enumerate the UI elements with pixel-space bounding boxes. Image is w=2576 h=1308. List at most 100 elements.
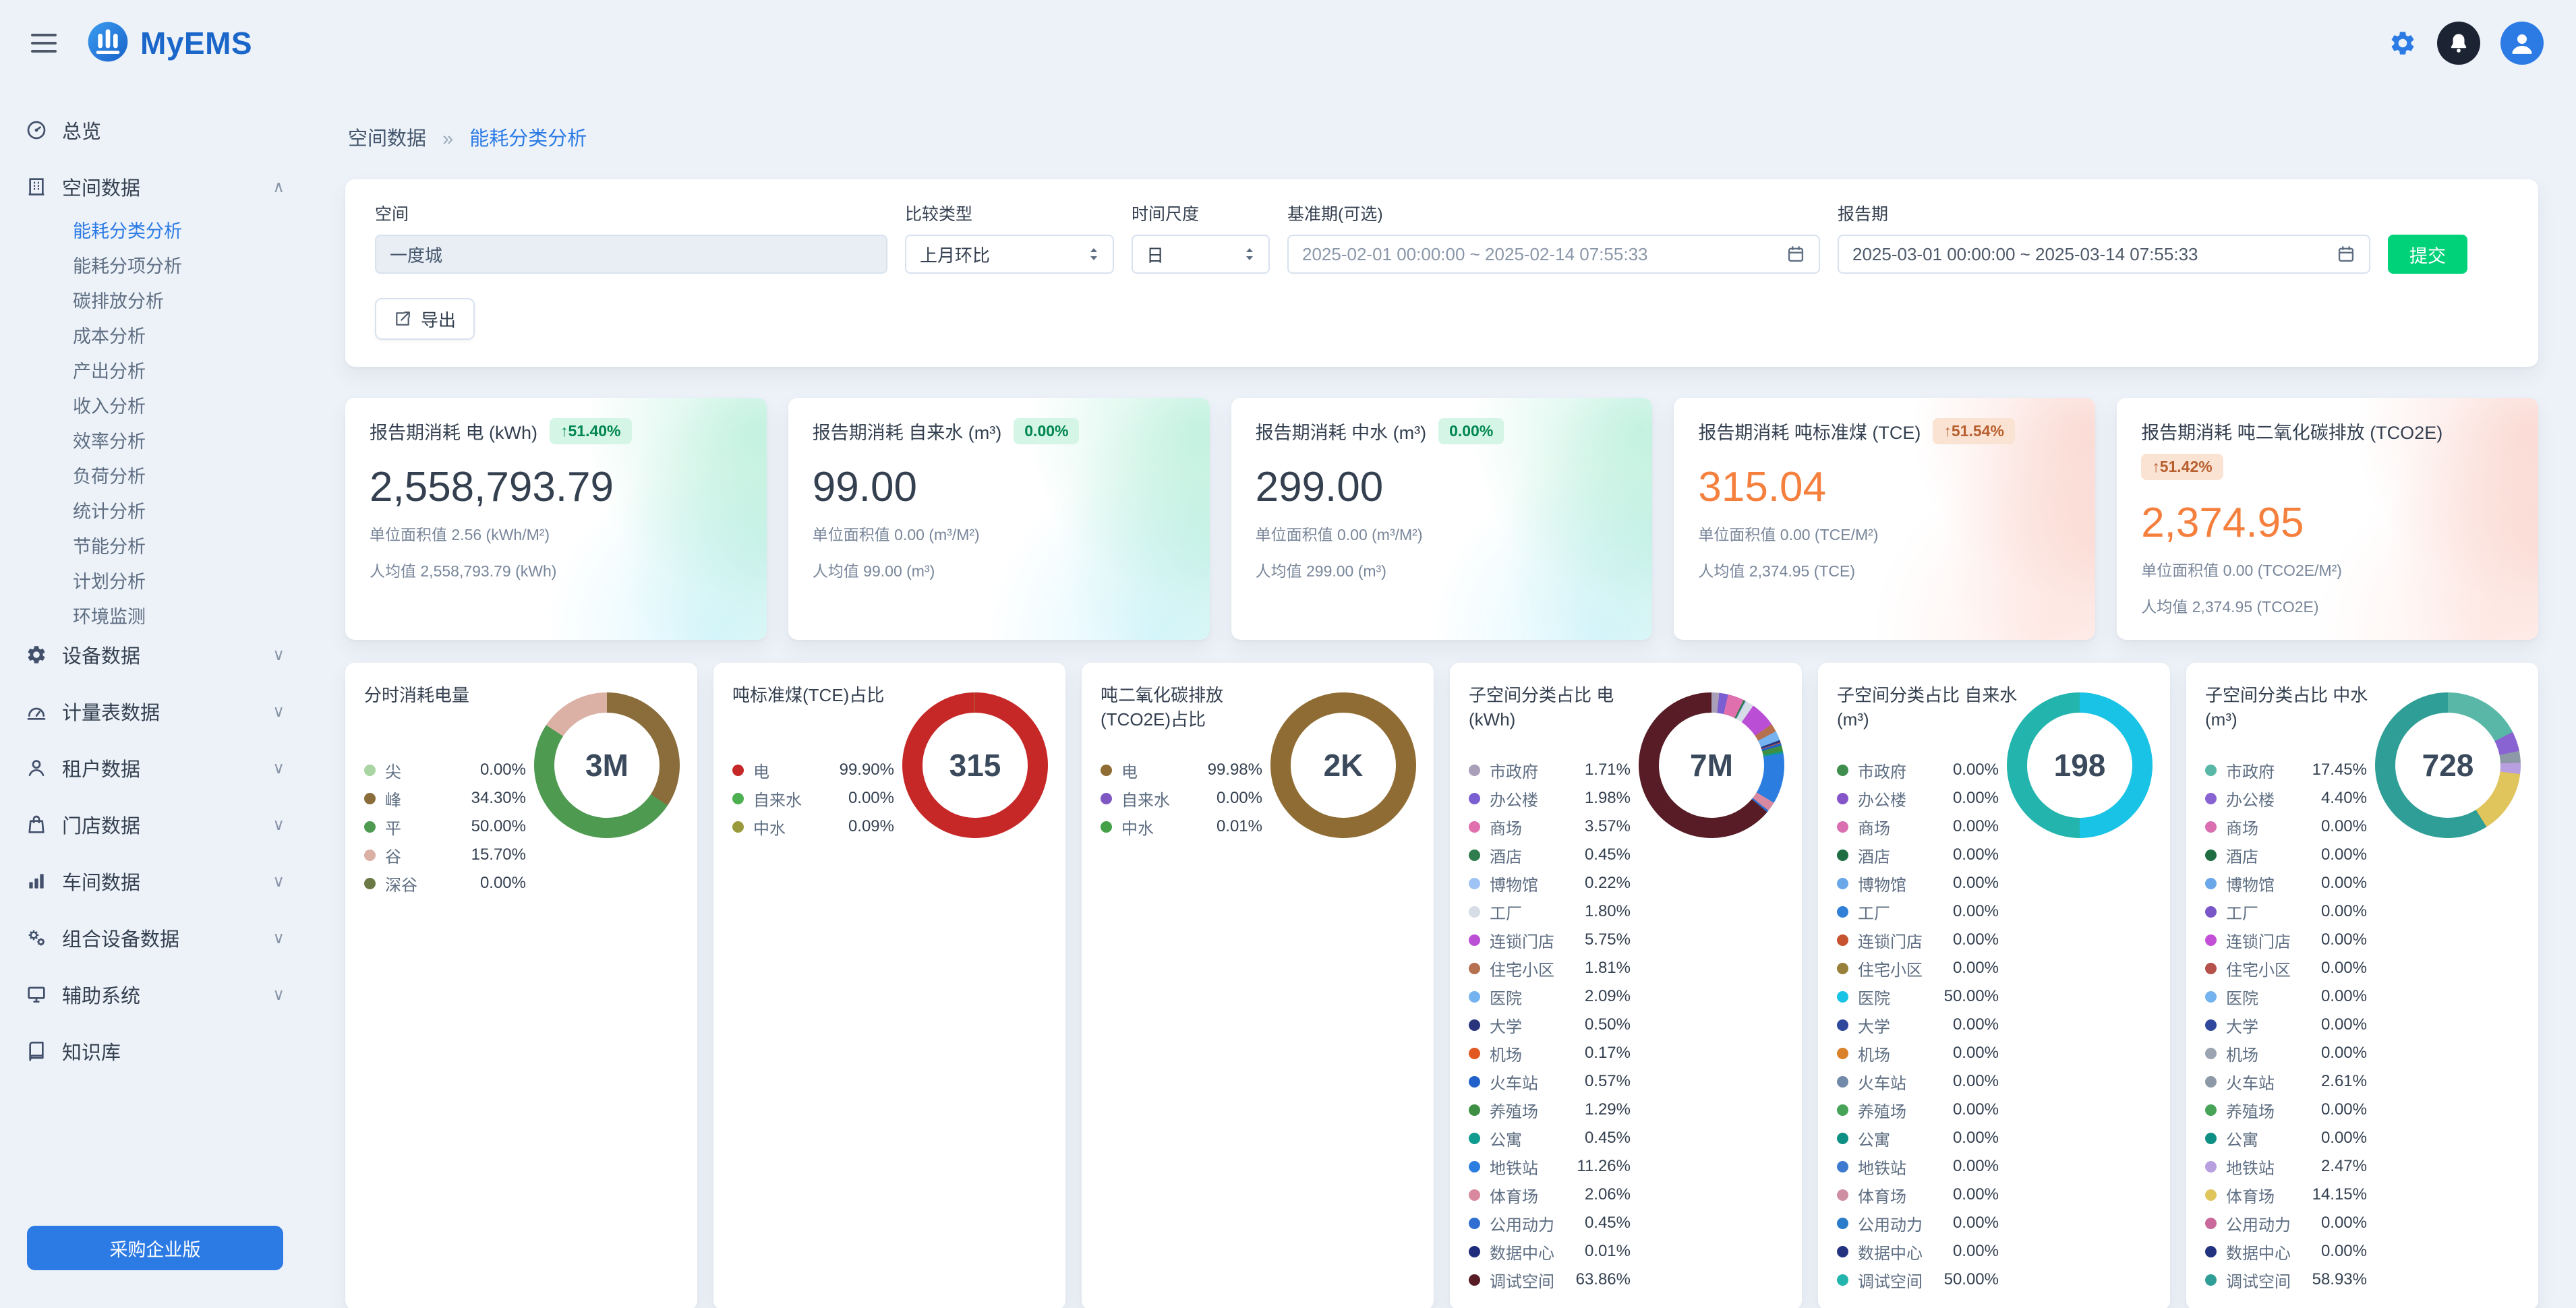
legend-row[interactable]: 地铁站 2.47% [2205,1152,2367,1181]
legend-row[interactable]: 中水 0.01% [1101,812,1262,841]
legend-row[interactable]: 地铁站 0.00% [1837,1152,1999,1181]
hamburger-menu-button[interactable] [27,30,61,57]
legend-row[interactable]: 商场 0.00% [1837,812,1999,841]
legend-row[interactable]: 地铁站 11.26% [1469,1152,1631,1181]
sidebar-item-knowledge[interactable]: 知识库 [15,1028,295,1075]
legend-row[interactable]: 大学 0.00% [1837,1011,1999,1039]
legend-row[interactable]: 机场 0.17% [1469,1039,1631,1067]
legend-row[interactable]: 大学 0.00% [2205,1011,2367,1039]
legend-row[interactable]: 酒店 0.00% [1837,841,1999,869]
period-scale-select[interactable]: 日 [1132,235,1270,274]
legend-row[interactable]: 平 50.00% [364,812,526,841]
purchase-enterprise-button[interactable]: 采购企业版 [27,1226,283,1270]
sidebar-subitem[interactable]: 碳排放分析 [15,280,295,316]
legend-row[interactable]: 酒店 0.45% [1469,841,1631,869]
legend-row[interactable]: 火车站 0.00% [1837,1067,1999,1096]
notifications-bell-button[interactable] [2437,22,2480,65]
legend-row[interactable]: 市政府 17.45% [2205,756,2367,784]
sidebar-item-overview[interactable]: 总览 [15,107,295,154]
sidebar-subitem[interactable]: 收入分析 [15,386,295,421]
legend-row[interactable]: 住宅小区 0.00% [1837,954,1999,982]
legend-row[interactable]: 博物馆 0.00% [2205,869,2367,897]
legend-row[interactable]: 电 99.90% [732,756,894,784]
legend-row[interactable]: 公寓 0.00% [1837,1124,1999,1152]
legend-row[interactable]: 体育场 0.00% [1837,1181,1999,1209]
legend-row[interactable]: 火车站 0.57% [1469,1067,1631,1096]
sidebar-item-auxiliary[interactable]: 辅助系统 ∨ [15,971,295,1018]
legend-row[interactable]: 市政府 0.00% [1837,756,1999,784]
sidebar-subitem[interactable]: 效率分析 [15,421,295,456]
legend-row[interactable]: 机场 0.00% [1837,1039,1999,1067]
space-input[interactable] [375,235,887,274]
legend-row[interactable]: 连锁门店 0.00% [1837,926,1999,954]
legend-row[interactable]: 自来水 0.00% [1101,784,1262,812]
sidebar-subitem[interactable]: 环境监测 [15,596,295,631]
legend-row[interactable]: 养殖场 0.00% [2205,1096,2367,1124]
legend-row[interactable]: 电 99.98% [1101,756,1262,784]
reporting-period-input[interactable]: 2025-03-01 00:00:00 ~ 2025-03-14 07:55:3… [1838,235,2370,274]
legend-row[interactable]: 谷 15.70% [364,841,526,869]
legend-row[interactable]: 调试空间 58.93% [2205,1266,2367,1294]
legend-row[interactable]: 公寓 0.45% [1469,1124,1631,1152]
legend-row[interactable]: 调试空间 63.86% [1469,1266,1631,1294]
sidebar-subitem[interactable]: 能耗分类分析 [15,210,295,245]
brand-logo[interactable]: MyEMS [86,20,252,67]
user-avatar-button[interactable] [2500,22,2544,65]
sidebar-item-space[interactable]: 空间数据 ∧ [15,163,295,210]
legend-row[interactable]: 工厂 0.00% [2205,897,2367,926]
legend-row[interactable]: 公用动力 0.45% [1469,1209,1631,1237]
legend-row[interactable]: 公寓 0.00% [2205,1124,2367,1152]
legend-row[interactable]: 酒店 0.00% [2205,841,2367,869]
base-period-input[interactable]: 2025-02-01 00:00:00 ~ 2025-02-14 07:55:3… [1287,235,1820,274]
legend-row[interactable]: 医院 2.09% [1469,982,1631,1011]
export-button[interactable]: 导出 [375,298,475,340]
legend-row[interactable]: 体育场 2.06% [1469,1181,1631,1209]
sidebar-item-combined[interactable]: 组合设备数据 ∨ [15,914,295,961]
legend-row[interactable]: 尖 0.00% [364,756,526,784]
legend-row[interactable]: 工厂 0.00% [1837,897,1999,926]
legend-row[interactable]: 自来水 0.00% [732,784,894,812]
sidebar-subitem[interactable]: 能耗分项分析 [15,245,295,280]
legend-row[interactable]: 养殖场 1.29% [1469,1096,1631,1124]
legend-row[interactable]: 博物馆 0.00% [1837,869,1999,897]
legend-row[interactable]: 公用动力 0.00% [1837,1209,1999,1237]
legend-row[interactable]: 住宅小区 0.00% [2205,954,2367,982]
submit-button[interactable]: 提交 [2388,235,2467,274]
legend-row[interactable]: 大学 0.50% [1469,1011,1631,1039]
legend-row[interactable]: 深谷 0.00% [364,869,526,897]
sidebar-subitem[interactable]: 产出分析 [15,351,295,386]
comparison-type-select[interactable]: 上月环比 [905,235,1114,274]
sidebar-subitem[interactable]: 统计分析 [15,491,295,526]
legend-row[interactable]: 办公楼 0.00% [1837,784,1999,812]
legend-row[interactable]: 市政府 1.71% [1469,756,1631,784]
legend-row[interactable]: 数据中心 0.01% [1469,1237,1631,1266]
legend-row[interactable]: 医院 0.00% [2205,982,2367,1011]
legend-row[interactable]: 数据中心 0.00% [1837,1237,1999,1266]
sidebar-item-shopfloor[interactable]: 车间数据 ∨ [15,858,295,905]
legend-row[interactable]: 住宅小区 1.81% [1469,954,1631,982]
legend-row[interactable]: 火车站 2.61% [2205,1067,2367,1096]
legend-row[interactable]: 连锁门店 5.75% [1469,926,1631,954]
breadcrumb-current-link[interactable]: 能耗分类分析 [469,128,587,150]
legend-row[interactable]: 数据中心 0.00% [2205,1237,2367,1266]
legend-row[interactable]: 调试空间 50.00% [1837,1266,1999,1294]
legend-row[interactable]: 机场 0.00% [2205,1039,2367,1067]
sidebar-item-meter[interactable]: 计量表数据 ∨ [15,688,295,735]
sidebar-subitem[interactable]: 成本分析 [15,316,295,351]
sidebar-item-equipment[interactable]: 设备数据 ∨ [15,631,295,678]
legend-row[interactable]: 博物馆 0.22% [1469,869,1631,897]
sidebar-subitem[interactable]: 节能分析 [15,526,295,561]
legend-row[interactable]: 连锁门店 0.00% [2205,926,2367,954]
legend-row[interactable]: 商场 3.57% [1469,812,1631,841]
legend-row[interactable]: 公用动力 0.00% [2205,1209,2367,1237]
legend-row[interactable]: 养殖场 0.00% [1837,1096,1999,1124]
breadcrumb-parent-link[interactable]: 空间数据 [348,128,426,150]
sidebar-subitem[interactable]: 计划分析 [15,561,295,596]
legend-row[interactable]: 中水 0.09% [732,812,894,841]
legend-row[interactable]: 医院 50.00% [1837,982,1999,1011]
legend-row[interactable]: 商场 0.00% [2205,812,2367,841]
legend-row[interactable]: 峰 34.30% [364,784,526,812]
legend-row[interactable]: 工厂 1.80% [1469,897,1631,926]
settings-gear-button[interactable] [2389,29,2417,57]
sidebar-subitem[interactable]: 负荷分析 [15,456,295,491]
